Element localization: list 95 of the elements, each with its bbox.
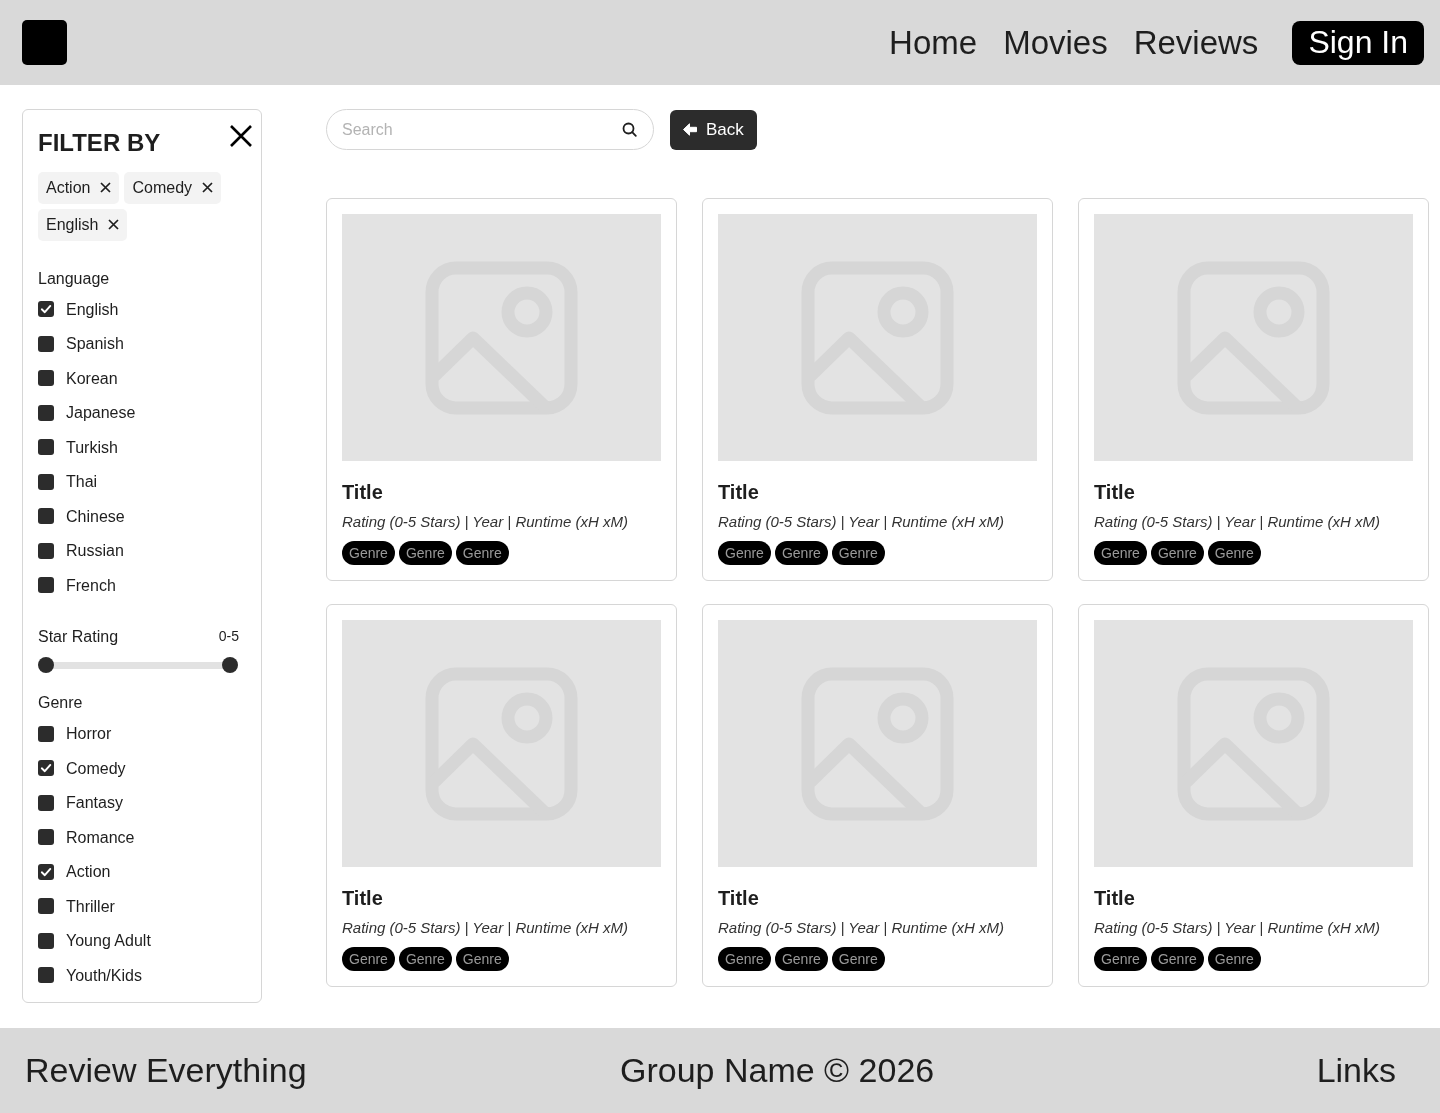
checkbox-label: Action: [66, 862, 111, 882]
checkbox-label: French: [66, 575, 116, 595]
genre-tag: Genre: [718, 947, 771, 971]
genre-tag: Genre: [831, 541, 885, 565]
movie-meta-text: Rating (0-5 Stars) | Year | Runtime (xH xM): [718, 513, 1005, 531]
checkbox[interactable]: [38, 577, 54, 594]
movie-card[interactable]: Title Rating (0-5 Stars) | Year | Runtime (xH xM) Genre Genre Genre: [702, 604, 1053, 987]
checkbox[interactable]: [38, 725, 54, 742]
movie-meta-text: Rating (0-5 Stars) | Year | Runtime (xH xM): [1094, 513, 1381, 531]
genre-tag: Genre: [455, 947, 509, 971]
checkbox[interactable]: [38, 760, 54, 777]
genre-tag: Genre: [342, 947, 395, 971]
back-button[interactable]: Back: [670, 109, 757, 150]
movie-meta-text: Rating (0-5 Stars) | Year | Runtime (xH xM): [718, 919, 1005, 937]
checkbox[interactable]: [38, 932, 54, 949]
checkbox-label: Thai: [66, 472, 98, 492]
checkbox[interactable]: [38, 301, 54, 318]
remove-icon[interactable]: [108, 219, 120, 231]
genre-tag: Genre: [398, 947, 452, 971]
movie-meta-text: Rating (0-5 Stars) | Year | Runtime (xH xM): [342, 919, 629, 937]
copyright-text: Group Name © 2026: [620, 1050, 935, 1091]
genre-tag: Genre: [1207, 947, 1261, 971]
checkbox-label: Horror: [66, 724, 112, 744]
checkbox[interactable]: [38, 542, 54, 559]
movie-title: Title: [342, 480, 384, 504]
checkbox-label: Fantasy: [66, 793, 123, 813]
rating-range-text: 0-5: [218, 627, 239, 647]
movie-card[interactable]: Title Rating (0-5 Stars) | Year | Runtime (xH xM) Genre Genre Genre: [1078, 198, 1429, 581]
sign-in-button[interactable]: Sign In: [1292, 20, 1424, 65]
movie-meta-text: Rating (0-5 Stars) | Year | Runtime (xH xM): [342, 513, 629, 531]
checkbox[interactable]: [38, 829, 54, 846]
checkbox-label: Thriller: [66, 896, 115, 916]
genre-tag: Genre: [1150, 947, 1204, 971]
movie-card[interactable]: Title Rating (0-5 Stars) | Year | Runtime (xH xM) Genre Genre Genre: [1078, 604, 1429, 987]
movie-meta-text: Rating (0-5 Stars) | Year | Runtime (xH xM): [1094, 919, 1381, 937]
checkbox-label: English: [66, 299, 119, 319]
filter-chip[interactable]: Comedy: [124, 171, 222, 204]
section-label: Star Rating: [38, 627, 119, 647]
checkbox[interactable]: [38, 967, 54, 984]
checkbox[interactable]: [38, 473, 54, 490]
movie-card[interactable]: Title Rating (0-5 Stars) | Year | Runtime (xH xM) Genre Genre Genre: [702, 198, 1053, 581]
checkbox-label: Korean: [66, 368, 118, 388]
checkbox-label: Chinese: [66, 506, 125, 526]
arrow-left-icon[interactable]: [683, 123, 697, 136]
slider-thumb[interactable]: [38, 657, 54, 674]
genre-tag: Genre: [1150, 541, 1204, 565]
checkbox[interactable]: [38, 898, 54, 915]
checkbox[interactable]: [38, 404, 54, 421]
genre-tag: Genre: [1207, 541, 1261, 565]
checkbox-label: Youth/Kids: [66, 965, 142, 985]
genre-tag: Genre: [1094, 947, 1147, 971]
genre-tag: Genre: [774, 947, 828, 971]
checkbox[interactable]: [38, 508, 54, 525]
search-icon[interactable]: [622, 122, 637, 137]
close-icon[interactable]: [229, 124, 253, 148]
movie-title: Title: [718, 480, 760, 504]
movie-card[interactable]: Title Rating (0-5 Stars) | Year | Runtime (xH xM) Genre Genre Genre: [326, 604, 677, 987]
movie-card[interactable]: Title Rating (0-5 Stars) | Year | Runtime (xH xM) Genre Genre Genre: [326, 198, 677, 581]
genre-tag: Genre: [718, 541, 771, 565]
checkbox-label: Young Adult: [66, 931, 151, 951]
nav-link[interactable]: Home: [889, 22, 978, 63]
checkbox-label: Russian: [66, 541, 124, 561]
genre-tag: Genre: [455, 541, 509, 565]
genre-tag: Genre: [1094, 541, 1147, 565]
checkbox[interactable]: [38, 439, 54, 456]
site-tagline: Review Everything: [25, 1050, 307, 1091]
section-label: Language: [38, 268, 111, 288]
section-label: Genre: [38, 693, 84, 713]
remove-icon[interactable]: [202, 182, 214, 194]
checkbox-label: Japanese: [66, 403, 136, 423]
genre-tag: Genre: [774, 541, 828, 565]
checkbox[interactable]: [38, 863, 54, 880]
checkbox[interactable]: [38, 335, 54, 352]
filter-chip[interactable]: Action: [38, 171, 120, 204]
genre-tag: Genre: [342, 541, 395, 565]
checkbox[interactable]: [38, 794, 54, 811]
slider-thumb[interactable]: [222, 657, 238, 674]
checkbox-label: Romance: [66, 827, 135, 847]
movie-title: Title: [718, 886, 760, 910]
checkbox-label: Spanish: [66, 334, 124, 354]
genre-tag: Genre: [398, 541, 452, 565]
footer-link[interactable]: Links: [1316, 1045, 1396, 1096]
filter-title: FILTER BY: [38, 128, 161, 158]
movie-title: Title: [342, 886, 384, 910]
movie-title: Title: [1094, 886, 1136, 910]
filter-chip[interactable]: English: [38, 208, 128, 241]
search-field[interactable]: Search: [326, 109, 654, 150]
remove-icon[interactable]: [100, 182, 112, 194]
movie-title: Title: [1094, 480, 1136, 504]
genre-tag: Genre: [831, 947, 885, 971]
nav-link[interactable]: Movies: [1003, 22, 1108, 63]
nav-link[interactable]: Reviews: [1133, 22, 1259, 63]
checkbox-label: Turkish: [66, 437, 118, 457]
checkbox[interactable]: [38, 370, 54, 387]
checkbox-label: Comedy: [66, 758, 126, 778]
